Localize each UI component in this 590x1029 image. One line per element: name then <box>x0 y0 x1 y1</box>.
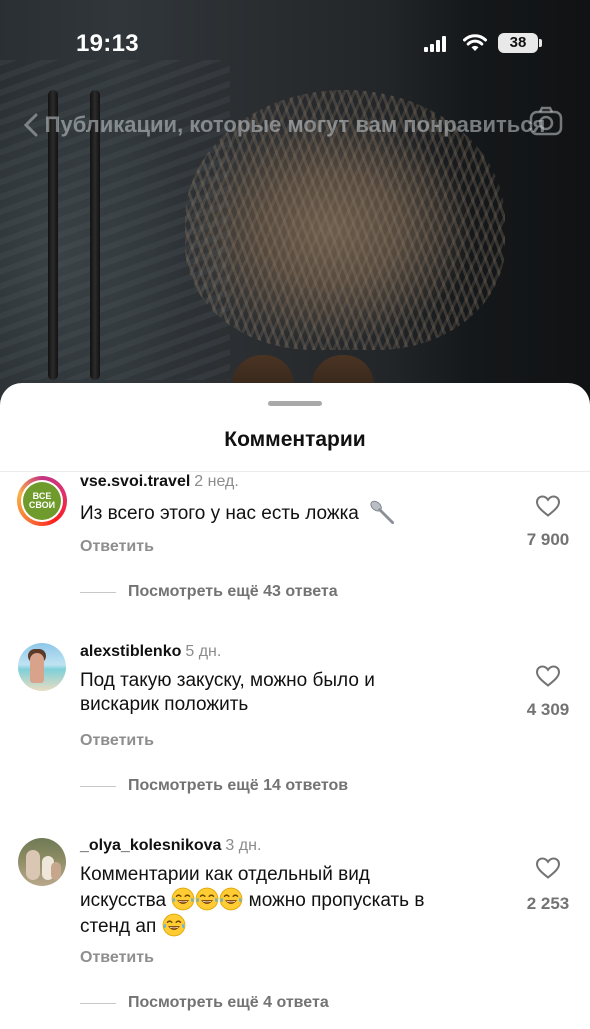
comment-meta: alexstiblenko 5 дн. <box>80 643 221 661</box>
wifi-icon <box>463 34 487 51</box>
heart-icon[interactable] <box>535 856 561 880</box>
battery-indicator: 38 <box>498 33 542 53</box>
comment-text-line: стенд ап <box>80 913 510 939</box>
reply-button[interactable]: Ответить <box>80 949 154 967</box>
tears-of-joy-emoji-icon <box>219 887 243 911</box>
comment-username[interactable]: vse.svoi.travel <box>80 473 190 490</box>
comment-text-line: искусства можно пропускать в <box>80 887 510 913</box>
like-count: 2 253 <box>526 894 570 913</box>
like-count: 4 309 <box>526 700 570 719</box>
comment-text: Под такую закуску, можно было и вискарик… <box>80 669 510 717</box>
cellular-signal-icon <box>424 36 446 52</box>
reply-button[interactable]: Ответить <box>80 732 154 750</box>
avatar-logo: ВСЕ СВОИ <box>23 482 61 520</box>
view-more-replies[interactable]: Посмотреть ещё 14 ответов <box>128 777 348 795</box>
heart-icon[interactable] <box>535 664 561 688</box>
comment-text-fragment: искусства <box>80 890 167 911</box>
comment-meta: _olya_kolesnikova 3 дн. <box>80 837 261 855</box>
tears-of-joy-emoji-icon <box>162 913 186 937</box>
comment-text-body: Из всего этого у нас есть ложка <box>80 503 359 524</box>
comment-text: Комментарии как отдельный вид искусства … <box>80 863 510 939</box>
status-bar: 19:13 38 <box>0 0 590 88</box>
view-more-replies[interactable]: Посмотреть ещё 4 ответа <box>128 994 329 1012</box>
avatar[interactable] <box>18 838 66 886</box>
comment-text-fragment: стенд ап <box>80 916 157 937</box>
comment-text-line: вискарик положить <box>80 694 249 715</box>
replies-line <box>80 592 116 593</box>
comment-meta: vse.svoi.travel 2 нед. <box>80 473 239 491</box>
comment-age: 5 дн. <box>185 643 222 660</box>
camera-icon[interactable] <box>528 104 564 138</box>
comment-text-fragment: можно пропускать в <box>248 890 425 911</box>
reply-button[interactable]: Ответить <box>80 538 154 556</box>
comment-text: Из всего этого у нас есть ложка <box>80 499 510 526</box>
comments-sheet: Комментарии ВСЕ СВОИ vse.svoi.travel 2 не… <box>0 383 590 1029</box>
comment-username[interactable]: _olya_kolesnikova <box>80 837 221 854</box>
avatar-photo-detail <box>30 653 44 683</box>
comment-text-line: Комментарии как отдельный вид <box>80 864 370 885</box>
spoon-icon <box>370 500 395 525</box>
suggested-posts-heading: Публикации, которые могут вам понравитьс… <box>44 112 546 137</box>
comment-text-line: Под такую закуску, можно было и <box>80 670 375 691</box>
avatar-photo-detail <box>26 850 40 880</box>
sheet-title: Комментарии <box>224 428 366 451</box>
avatar-inner: ВСЕ СВОИ <box>21 480 63 522</box>
tears-of-joy-emoji-icon <box>195 887 219 911</box>
comment-username[interactable]: alexstiblenko <box>80 643 181 660</box>
tears-of-joy-emoji-icon <box>171 887 195 911</box>
status-time: 19:13 <box>76 30 139 57</box>
replies-line <box>80 1003 116 1004</box>
avatar[interactable] <box>18 643 66 691</box>
like-count: 7 900 <box>526 530 570 549</box>
avatar-photo-detail <box>51 862 61 880</box>
divider <box>0 471 590 472</box>
replies-line <box>80 786 116 787</box>
view-more-replies[interactable]: Посмотреть ещё 43 ответа <box>128 583 338 601</box>
comment-age: 3 дн. <box>225 837 262 854</box>
comment-age: 2 нед. <box>194 473 239 490</box>
avatar[interactable]: ВСЕ СВОИ <box>17 476 67 526</box>
heart-icon[interactable] <box>535 494 561 518</box>
sheet-drag-handle[interactable] <box>268 401 322 406</box>
